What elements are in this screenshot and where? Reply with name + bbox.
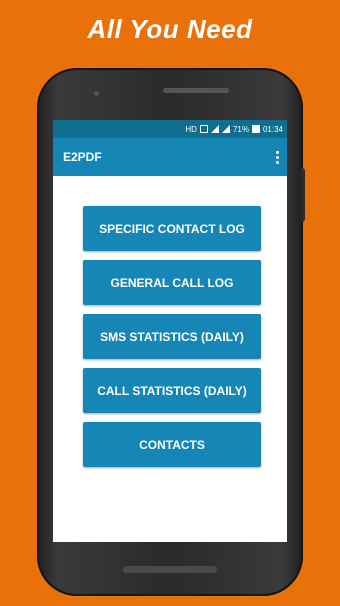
promo-headline: All You Need bbox=[87, 14, 253, 44]
sim-icon bbox=[199, 125, 208, 133]
app-bar: E2PDF bbox=[53, 138, 287, 176]
cell-signal-icon bbox=[221, 125, 230, 133]
sms-statistics-daily-button[interactable]: SMS STATISTICS (DAILY) bbox=[83, 314, 261, 359]
app-title: E2PDF bbox=[63, 150, 102, 164]
power-button bbox=[301, 168, 305, 222]
battery-percent: 71% bbox=[232, 124, 249, 134]
contacts-button[interactable]: CONTACTS bbox=[83, 422, 261, 467]
general-call-log-button[interactable]: GENERAL CALL LOG bbox=[83, 260, 261, 305]
front-camera bbox=[94, 91, 99, 96]
network-indicator: HD bbox=[185, 124, 197, 134]
overflow-menu-icon[interactable] bbox=[276, 150, 279, 164]
specific-contact-log-button[interactable]: SPECIFIC CONTACT LOG bbox=[83, 206, 261, 251]
bottom-speaker bbox=[123, 566, 217, 573]
status-bar: HD 71% 01:34 bbox=[53, 120, 287, 138]
wifi-signal-icon bbox=[210, 125, 219, 133]
action-buttons: SPECIFIC CONTACT LOG GENERAL CALL LOG SM… bbox=[83, 206, 261, 467]
call-statistics-daily-button[interactable]: CALL STATISTICS (DAILY) bbox=[83, 368, 261, 413]
clock: 01:34 bbox=[262, 124, 283, 134]
phone-screen: HD 71% 01:34 E2PDF SPECIFIC CONTACT LOG … bbox=[53, 120, 287, 542]
earpiece-speaker bbox=[163, 88, 229, 93]
battery-icon bbox=[251, 125, 260, 133]
